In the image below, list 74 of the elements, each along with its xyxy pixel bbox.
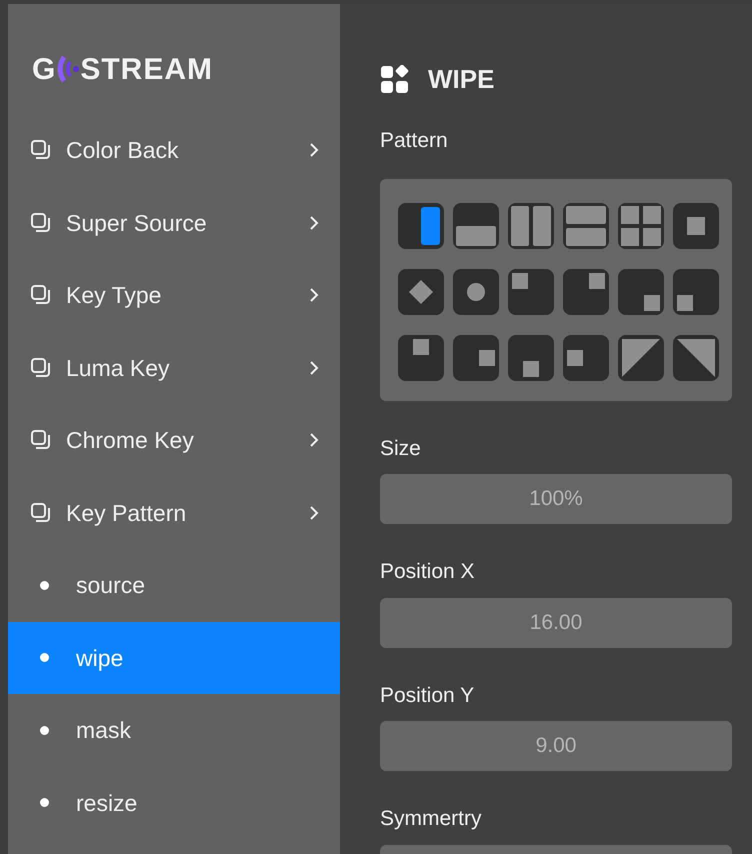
- input-field[interactable]: 16.00: [380, 598, 732, 648]
- wipe-pattern-button[interactable]: [673, 334, 719, 380]
- wipe-pattern-icon: [677, 338, 715, 376]
- wipe-pattern-icon: [622, 338, 660, 376]
- sidebar-item[interactable]: Key Pattern: [8, 476, 340, 549]
- field-label: Position X: [380, 559, 476, 585]
- field-label: Position Y: [380, 682, 476, 708]
- wipe-pattern-button[interactable]: [398, 268, 444, 314]
- wipe-pattern-button[interactable]: [453, 268, 499, 314]
- copy-icon: [30, 429, 52, 452]
- chevron-right-icon: [308, 358, 320, 377]
- wipe-pattern-icon: [467, 282, 485, 300]
- wipe-pattern-icon: [409, 280, 433, 304]
- field-label: Pattern: [380, 128, 449, 154]
- sidebar-item[interactable]: Chrome Key: [8, 404, 340, 476]
- signal-icon: [56, 54, 80, 84]
- wipe-pattern-icon: [479, 350, 495, 366]
- copy-icon: [30, 212, 52, 234]
- sidebar-item[interactable]: mask: [8, 694, 340, 766]
- sidebar-item[interactable]: wipe: [8, 622, 340, 694]
- sidebar-item[interactable]: Super Source: [8, 186, 340, 259]
- chevron-right-icon: [308, 141, 320, 160]
- bullet-icon: [40, 653, 49, 662]
- input-field[interactable]: 100%: [380, 474, 732, 524]
- wipe-pattern-button[interactable]: [563, 268, 609, 314]
- copy-icon: [30, 502, 52, 524]
- logo: G STREAM: [32, 52, 214, 88]
- chevron-right-icon: [308, 214, 320, 232]
- sidebar-item[interactable]: resize: [8, 766, 340, 839]
- wipe-pattern-button[interactable]: [673, 202, 719, 248]
- chevron-right-icon: [308, 504, 320, 522]
- sidebar-item[interactable]: source: [8, 549, 340, 622]
- wipe-pattern-icon: [456, 226, 496, 246]
- widgets-icon: [380, 64, 410, 94]
- bullet-icon: [40, 726, 49, 735]
- wipe-pattern-button[interactable]: [618, 334, 664, 380]
- bullet-icon: [40, 798, 49, 808]
- wipe-pattern-icon: [566, 206, 606, 246]
- wipe-pattern-icon: [523, 360, 539, 376]
- field-label: Size: [380, 436, 422, 462]
- field-label: Symmertry: [380, 806, 482, 832]
- sidebar-item[interactable]: Color Back: [8, 114, 340, 186]
- wipe-pattern-icon: [421, 206, 440, 244]
- copy-icon: [30, 284, 52, 306]
- wipe-pattern-button[interactable]: [618, 268, 664, 314]
- wipe-pattern-button[interactable]: [563, 202, 609, 248]
- input-field[interactable]: 9.00: [380, 721, 732, 771]
- chevron-right-icon: [308, 286, 320, 304]
- chevron-right-icon: [308, 431, 320, 450]
- copy-icon: [30, 356, 52, 379]
- sidebar-item[interactable]: Luma Key: [8, 332, 340, 404]
- wipe-pattern-icon: [687, 216, 705, 234]
- bullet-icon: [40, 580, 49, 590]
- wipe-pattern-button[interactable]: [398, 334, 444, 380]
- wipe-pattern-button[interactable]: [563, 334, 609, 380]
- wipe-pattern-button[interactable]: [398, 202, 444, 248]
- panel-title: WIPE: [428, 63, 494, 96]
- wipe-pattern-icon: [644, 294, 660, 310]
- wipe-pattern-button[interactable]: [453, 202, 499, 248]
- wipe-pattern-button[interactable]: [673, 268, 719, 314]
- sidebar-item[interactable]: Key Type: [8, 259, 340, 332]
- wipe-pattern-icon: [413, 338, 429, 354]
- copy-icon: [30, 139, 52, 162]
- wipe-pattern-icon: [512, 272, 528, 288]
- wipe-pattern-icon: [677, 294, 693, 310]
- wipe-pattern-icon: [589, 272, 605, 288]
- wipe-pattern-button[interactable]: [508, 202, 554, 248]
- wipe-pattern-icon: [511, 206, 551, 246]
- wipe-pattern-button[interactable]: [453, 334, 499, 380]
- wipe-pattern-icon: [567, 350, 583, 366]
- wipe-pattern-button[interactable]: [508, 268, 554, 314]
- wipe-pattern-button[interactable]: [508, 334, 554, 380]
- wipe-pattern-icon: [621, 206, 661, 246]
- wipe-pattern-button[interactable]: [618, 202, 664, 248]
